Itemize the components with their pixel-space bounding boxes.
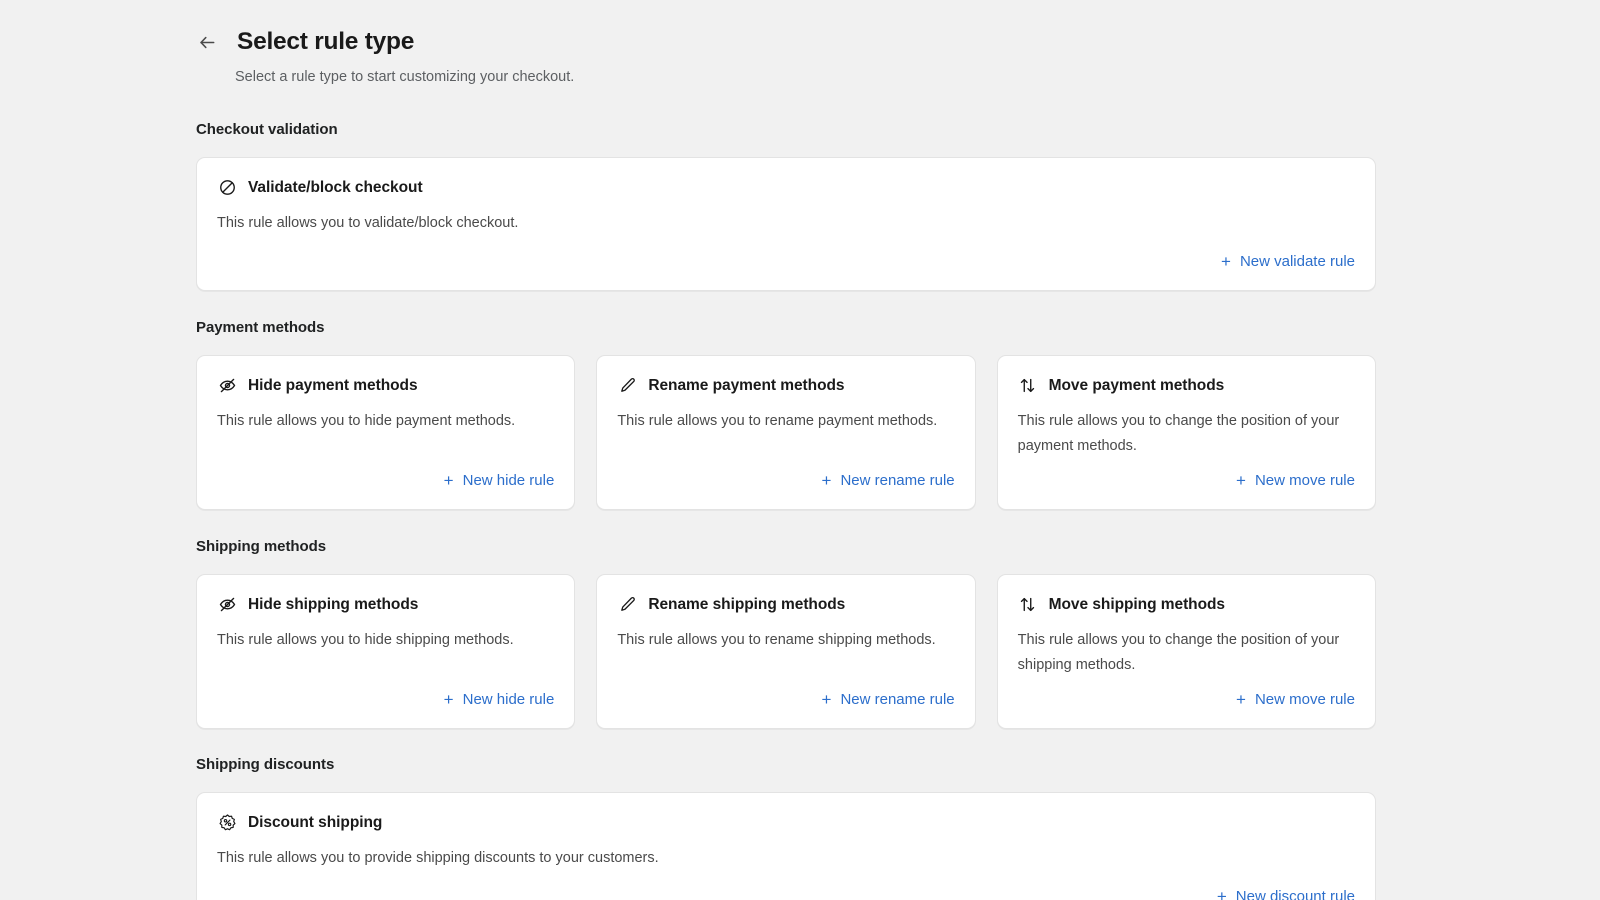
new-rule-label: New rename rule: [840, 691, 955, 708]
eye-off-icon: [217, 375, 237, 395]
card-header: Validate/block checkout: [217, 176, 1355, 198]
cards-row: Hide shipping methods This rule allows yo…: [196, 574, 1376, 729]
plus-icon: +: [821, 690, 832, 709]
plus-icon: +: [1221, 252, 1231, 271]
eye-off-icon: [217, 594, 237, 614]
card-footer: + New discount rule: [217, 871, 1355, 900]
card-footer: + New validate rule: [217, 236, 1355, 274]
back-button[interactable]: [198, 27, 232, 57]
new-rule-label: New move rule: [1254, 472, 1355, 489]
section-checkout-validation: Checkout validation Validate/block check…: [196, 120, 1376, 291]
pencil-icon: [617, 375, 637, 395]
card-description: This rule allows you to rename payment m…: [617, 413, 938, 429]
card-header: Move payment methods: [1018, 374, 1355, 396]
cards-row: Validate/block checkout This rule allows …: [196, 157, 1376, 291]
prohibition-circle-icon: [217, 177, 237, 197]
card-description: This rule allows you to hide shipping me…: [217, 632, 514, 648]
new-rule-button[interactable]: + New validate rule: [1221, 250, 1355, 274]
section-title: Shipping methods: [196, 538, 327, 555]
new-rule-button[interactable]: + New rename rule: [822, 688, 955, 712]
card-header: Rename shipping methods: [617, 593, 954, 615]
section-title: Payment methods: [196, 319, 325, 336]
plus-icon: +: [1236, 471, 1246, 490]
card-title: Validate/block checkout: [248, 178, 423, 196]
cards-row: Hide payment methods This rule allows you…: [196, 355, 1376, 510]
arrow-left-icon: [198, 33, 217, 52]
card-footer: + New hide rule: [217, 459, 555, 493]
card-title: Move shipping methods: [1048, 595, 1226, 613]
card-description: This rule allows you to change the posit…: [1017, 413, 1340, 454]
plus-icon: +: [821, 471, 832, 490]
card-title: Rename shipping methods: [648, 595, 846, 613]
plus-icon: +: [1216, 887, 1227, 900]
new-rule-button[interactable]: + New hide rule: [444, 469, 555, 493]
new-rule-button[interactable]: + New move rule: [1236, 469, 1355, 493]
card-header: Rename payment methods: [617, 374, 954, 396]
pencil-icon: [617, 594, 637, 614]
rule-card[interactable]: Rename payment methods This rule allows y…: [596, 355, 976, 510]
card-header: Hide payment methods: [217, 374, 554, 396]
rule-card[interactable]: Hide payment methods This rule allows you…: [196, 355, 576, 510]
card-description: This rule allows you to change the posit…: [1017, 632, 1340, 673]
page-subtitle: Select a rule type to start customizing …: [235, 69, 575, 85]
rule-card[interactable]: Hide shipping methods This rule allows yo…: [196, 574, 576, 729]
card-header: Hide shipping methods: [217, 593, 554, 615]
section-payment-methods: Payment methods Hide payment methods This…: [196, 318, 1376, 510]
cards-row: Discount shipping This rule allows you to…: [196, 792, 1376, 900]
new-rule-label: New move rule: [1254, 691, 1355, 708]
new-rule-label: New validate rule: [1239, 253, 1355, 270]
card-footer: + New move rule: [1018, 678, 1355, 712]
arrows-up-down-icon: [1018, 375, 1038, 395]
card-description: This rule allows you to hide payment met…: [217, 413, 516, 429]
card-description: This rule allows you to provide shipping…: [217, 850, 659, 866]
card-title: Rename payment methods: [648, 376, 845, 394]
new-rule-label: New hide rule: [462, 472, 555, 489]
discount-percent-badge-icon: [217, 812, 237, 832]
sections-container: Checkout validation Validate/block check…: [196, 120, 1376, 900]
new-rule-label: New hide rule: [462, 691, 555, 708]
section-title: Shipping discounts: [196, 756, 335, 773]
rule-card[interactable]: Discount shipping This rule allows you to…: [196, 792, 1376, 900]
card-description: This rule allows you to validate/block c…: [217, 215, 519, 231]
card-title: Move payment methods: [1048, 376, 1225, 394]
card-title: Hide payment methods: [248, 376, 418, 394]
card-title: Discount shipping: [248, 813, 383, 831]
new-rule-button[interactable]: + New rename rule: [822, 469, 955, 493]
rule-card[interactable]: Validate/block checkout This rule allows …: [196, 157, 1376, 291]
page-content: Select rule type Select a rule type to s…: [196, 0, 1376, 900]
plus-icon: +: [1236, 690, 1246, 709]
card-header: Move shipping methods: [1018, 593, 1355, 615]
header-row: Select rule type: [196, 27, 1376, 57]
rule-card[interactable]: Move shipping methods This rule allows yo…: [996, 574, 1376, 729]
plus-icon: +: [443, 471, 454, 490]
new-rule-button[interactable]: + New move rule: [1236, 688, 1355, 712]
card-footer: + New hide rule: [217, 678, 555, 712]
card-title: Hide shipping methods: [248, 595, 419, 613]
card-footer: + New move rule: [1018, 459, 1355, 493]
card-header: Discount shipping: [217, 811, 1355, 833]
card-footer: + New rename rule: [617, 678, 955, 712]
section-shipping-methods: Shipping methods Hide shipping methods Th…: [196, 537, 1376, 729]
card-description: This rule allows you to rename shipping …: [617, 632, 936, 648]
card-footer: + New rename rule: [617, 459, 955, 493]
section-title: Checkout validation: [196, 121, 338, 138]
rule-card[interactable]: Rename shipping methods This rule allows …: [596, 574, 976, 729]
new-rule-label: New discount rule: [1235, 888, 1355, 900]
new-rule-button[interactable]: + New discount rule: [1217, 885, 1355, 900]
new-rule-label: New rename rule: [840, 472, 955, 489]
arrows-up-down-icon: [1018, 594, 1038, 614]
new-rule-button[interactable]: + New hide rule: [444, 688, 555, 712]
page-title: Select rule type: [237, 28, 415, 55]
section-shipping-discounts: Shipping discounts Discount shipping This…: [196, 755, 1376, 900]
plus-icon: +: [443, 690, 454, 709]
rule-card[interactable]: Move payment methods This rule allows you…: [996, 355, 1376, 510]
rule-type-selection-page: Select rule type Select a rule type to s…: [0, 0, 1600, 900]
page-header: Select rule type Select a rule type to s…: [196, 0, 1376, 87]
